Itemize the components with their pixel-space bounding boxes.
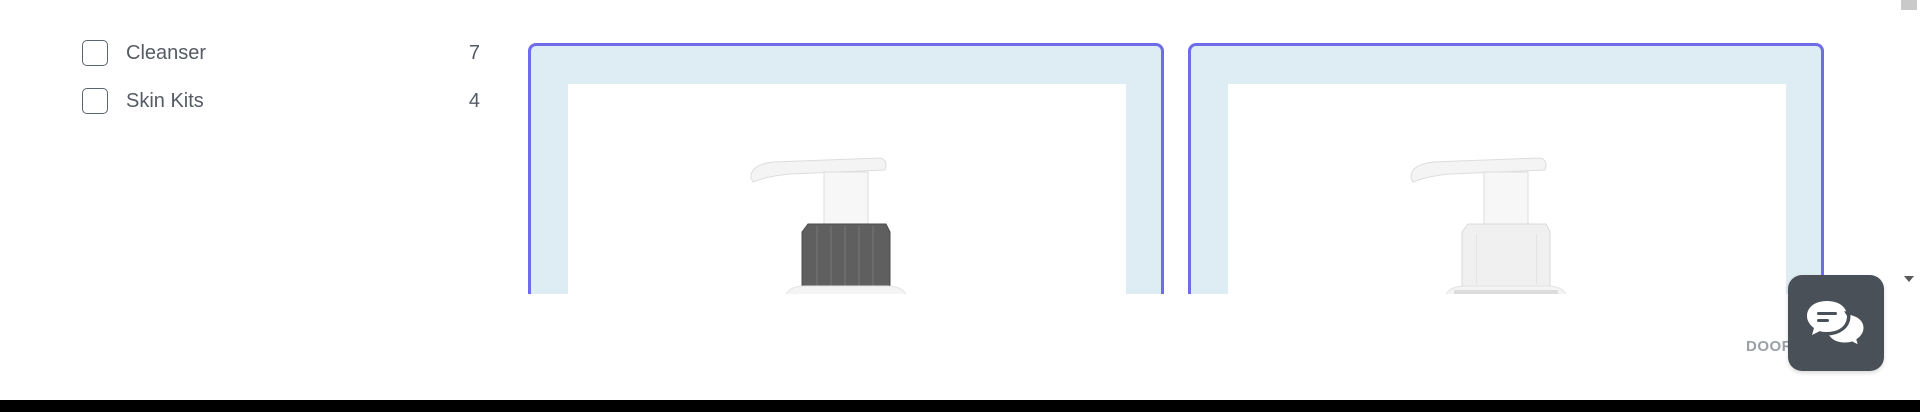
filter-count: 7: [468, 41, 480, 64]
filter-item-cleanser[interactable]: Cleanser 7: [82, 38, 482, 68]
product-card[interactable]: [528, 43, 1164, 294]
skin-kits-checkbox[interactable]: [82, 88, 108, 114]
filter-label: Skin Kits: [126, 89, 204, 112]
bottom-black-bar: [0, 400, 1920, 412]
page-footer-area: [0, 294, 1920, 400]
pump-bottle-dark-collar-image[interactable]: [568, 84, 1126, 294]
chat-brand-text: DOOR: [1746, 338, 1793, 355]
filter-count: 4: [468, 89, 480, 112]
chat-widget-button[interactable]: [1788, 275, 1884, 371]
filter-item-skin-kits[interactable]: Skin Kits 4: [82, 86, 482, 116]
scrollbar-thumb[interactable]: [1901, 0, 1917, 10]
pump-bottle-white-collar-image[interactable]: [1228, 84, 1786, 294]
filter-label: Cleanser: [126, 41, 207, 64]
vertical-scrollbar[interactable]: [1898, 0, 1920, 294]
cleanser-checkbox[interactable]: [82, 40, 108, 66]
scroll-down-arrow-icon[interactable]: [1904, 276, 1914, 282]
page-viewport: Cleanser 7 Skin Kits 4: [0, 0, 1920, 294]
product-card[interactable]: [1188, 43, 1824, 294]
product-image-frame: [1228, 84, 1786, 294]
product-image-frame: [568, 84, 1126, 294]
chat-bubbles-icon: [1807, 301, 1867, 349]
